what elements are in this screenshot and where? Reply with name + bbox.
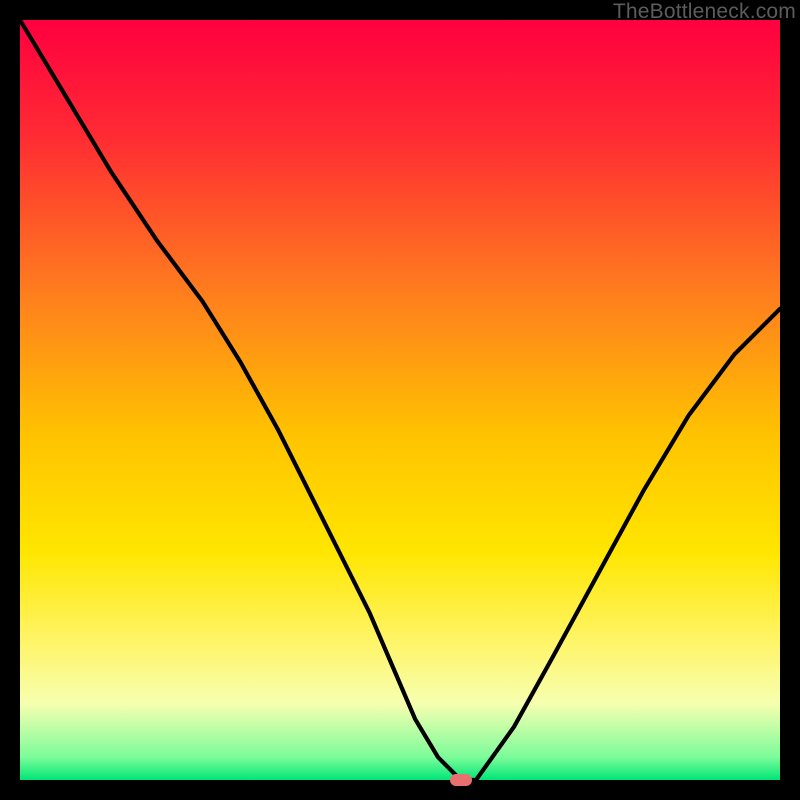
- watermark-text: TheBottleneck.com: [613, 0, 796, 24]
- curve-layer: [20, 20, 780, 780]
- optimal-marker: [450, 774, 472, 786]
- chart-stage: TheBottleneck.com: [0, 0, 800, 800]
- plot-area: [20, 20, 780, 780]
- bottleneck-curve: [20, 20, 780, 780]
